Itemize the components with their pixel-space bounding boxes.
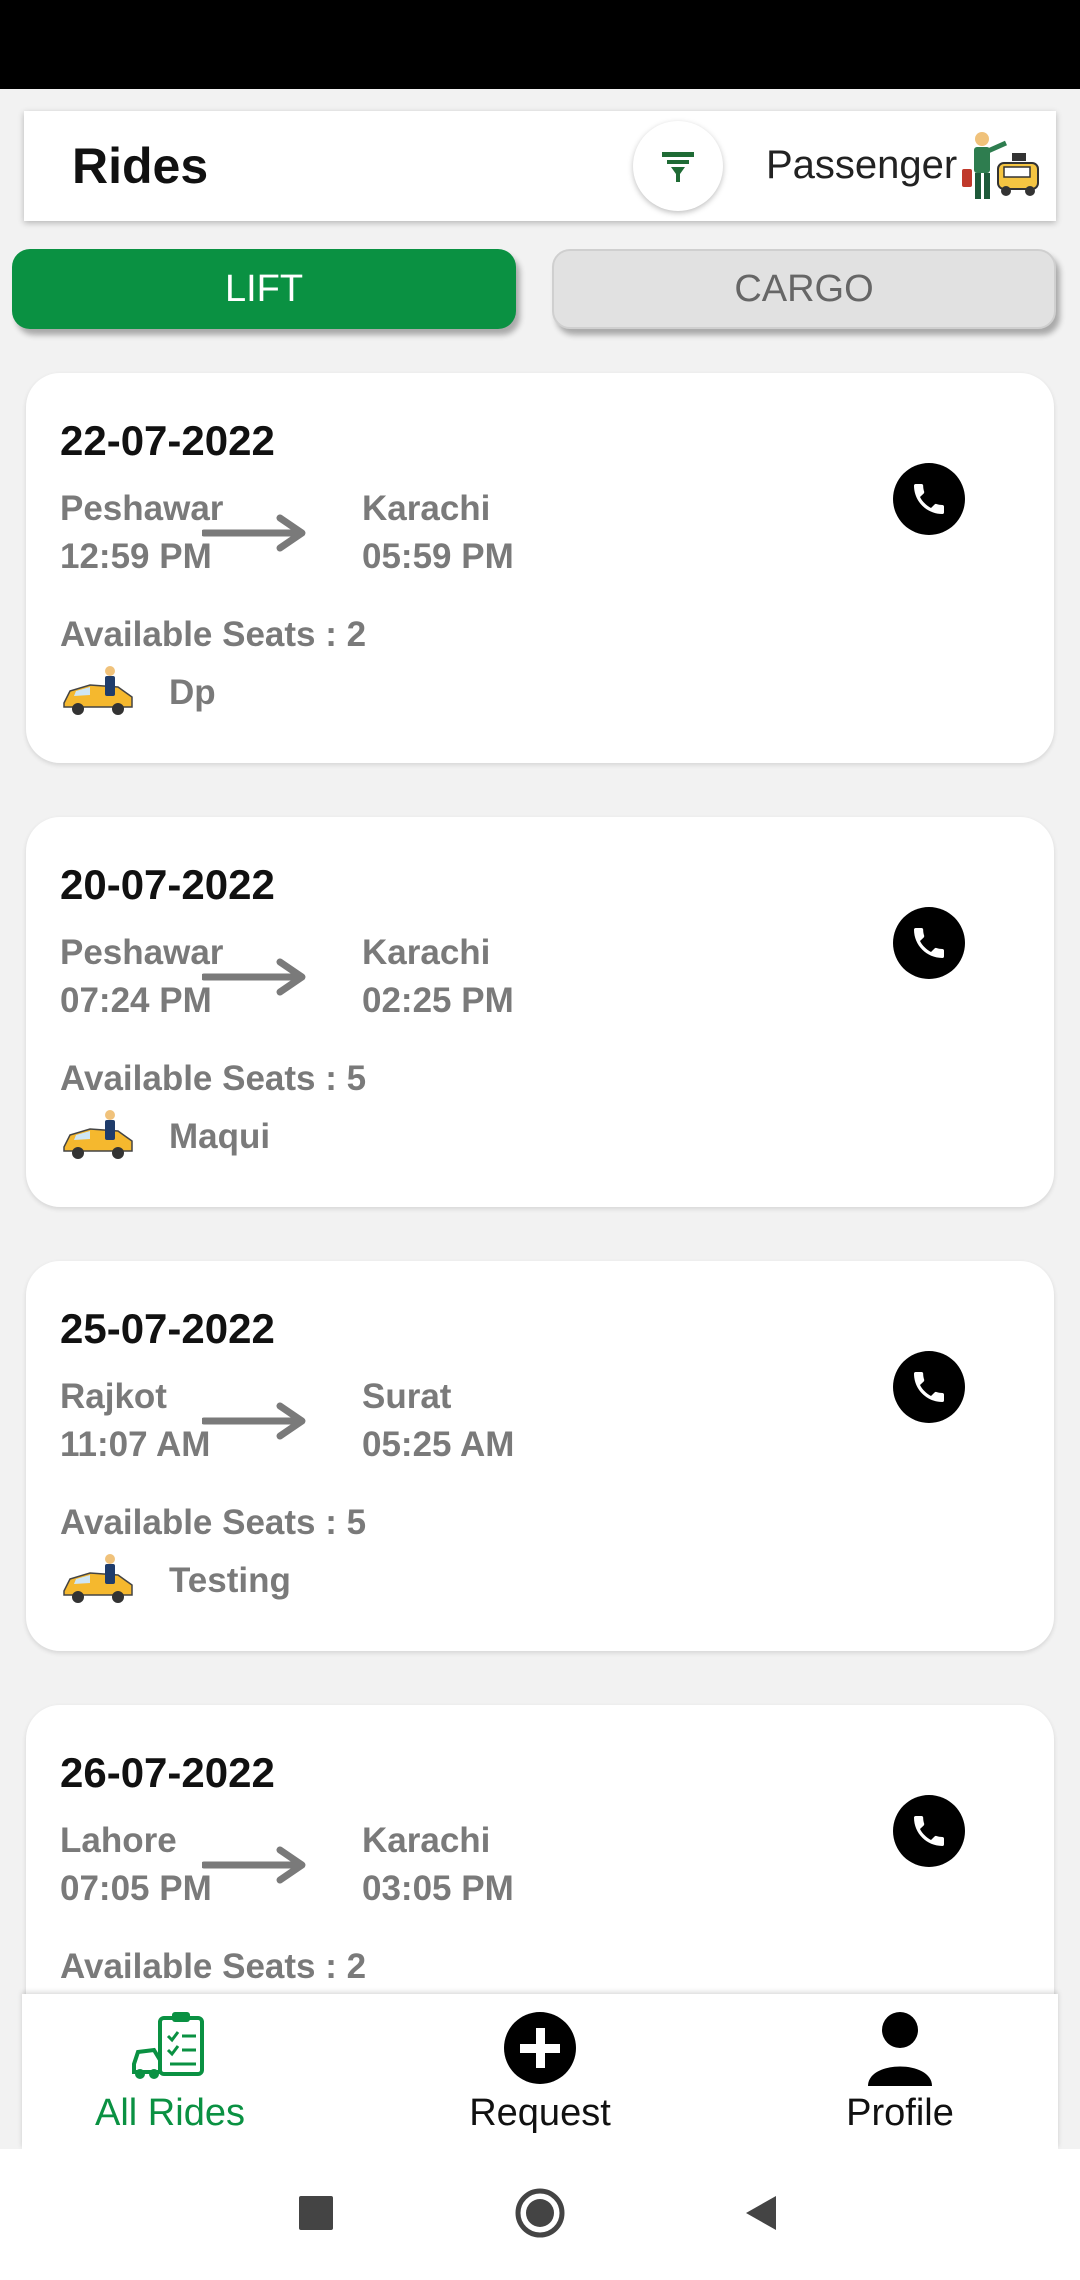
ride-date: 26-07-2022 xyxy=(60,1749,275,1796)
status-bar xyxy=(0,0,1080,89)
driver-name: Dp xyxy=(169,673,216,712)
page-title: Rides xyxy=(72,138,209,194)
nav-request[interactable]: Request xyxy=(390,1994,690,2149)
bottom-navigation: All Rides Request Profile xyxy=(22,1994,1058,2149)
ride-destination: Karachi 05:59 PM xyxy=(362,485,514,581)
ride-date: 20-07-2022 xyxy=(60,861,275,908)
user-mode-label[interactable]: Passenger xyxy=(766,143,957,188)
available-seats: Available Seats : 5 xyxy=(60,1059,367,1098)
arrival-time: 05:59 PM xyxy=(362,537,514,576)
ride-destination: Surat 05:25 AM xyxy=(362,1373,514,1469)
ride-origin: Lahore 07:05 PM xyxy=(60,1817,212,1913)
call-button[interactable] xyxy=(893,907,965,979)
phone-icon xyxy=(914,928,944,958)
nav-label: All Rides xyxy=(95,2092,245,2134)
departure-time: 11:07 AM xyxy=(60,1425,211,1464)
phone-icon xyxy=(914,1816,944,1846)
nav-label: Profile xyxy=(846,2092,954,2134)
ride-date: 22-07-2022 xyxy=(60,417,275,464)
destination-city: Surat xyxy=(362,1377,452,1416)
departure-time: 07:05 PM xyxy=(60,1869,212,1908)
phone-icon xyxy=(914,484,944,514)
destination-city: Karachi xyxy=(362,489,491,528)
arrow-right-icon xyxy=(202,958,306,996)
person-icon xyxy=(868,2012,932,2086)
origin-city: Peshawar xyxy=(60,933,224,972)
taxi-driver-icon xyxy=(63,1110,133,1159)
filter-icon xyxy=(662,152,694,182)
app-header: Rides Passenger xyxy=(24,111,1056,221)
ride-date: 25-07-2022 xyxy=(60,1305,275,1352)
arrow-right-icon xyxy=(202,514,306,552)
filter-button[interactable] xyxy=(633,121,723,211)
passenger-icon[interactable] xyxy=(960,127,1040,207)
tab-cargo[interactable]: CARGO xyxy=(552,249,1056,329)
available-seats: Available Seats : 5 xyxy=(60,1503,367,1542)
origin-city: Peshawar xyxy=(60,489,224,528)
ride-origin: Rajkot 11:07 AM xyxy=(60,1373,210,1469)
ride-destination: Karachi 02:25 PM xyxy=(362,929,514,1025)
ride-card[interactable]: 22-07-2022 Peshawar 12:59 PM Karachi 05:… xyxy=(26,373,1054,763)
ride-origin: Peshawar 07:24 PM xyxy=(60,929,223,1025)
tab-lift[interactable]: LIFT xyxy=(12,249,516,329)
available-seats: Available Seats : 2 xyxy=(60,1947,367,1986)
system-navigation-bar xyxy=(0,2149,1080,2280)
nav-label: Request xyxy=(469,2092,611,2134)
destination-city: Karachi xyxy=(362,1821,491,1860)
ride-card[interactable]: 25-07-2022 Rajkot 11:07 AM Surat 05:25 A… xyxy=(26,1261,1054,1651)
ride-card[interactable]: 20-07-2022 Peshawar 07:24 PM Karachi 02:… xyxy=(26,817,1054,1207)
ride-destination: Karachi 03:05 PM xyxy=(362,1817,514,1913)
taxi-driver-icon xyxy=(63,666,133,715)
taxi-driver-icon xyxy=(63,1554,133,1603)
destination-city: Karachi xyxy=(362,933,491,972)
call-button[interactable] xyxy=(893,463,965,535)
arrow-right-icon xyxy=(202,1402,306,1440)
ride-origin: Peshawar 12:59 PM xyxy=(60,485,223,581)
call-button[interactable] xyxy=(893,1351,965,1423)
arrow-right-icon xyxy=(202,1846,306,1884)
phone-icon xyxy=(914,1372,944,1402)
available-seats: Available Seats : 2 xyxy=(60,615,367,654)
back-icon[interactable] xyxy=(742,2193,782,2233)
departure-time: 07:24 PM xyxy=(60,981,212,1020)
arrival-time: 02:25 PM xyxy=(362,981,514,1020)
origin-city: Lahore xyxy=(60,1821,177,1860)
recents-icon[interactable] xyxy=(296,2193,336,2233)
driver-name: Maqui xyxy=(169,1117,271,1156)
origin-city: Rajkot xyxy=(60,1377,167,1416)
arrival-time: 05:25 AM xyxy=(362,1425,515,1464)
arrival-time: 03:05 PM xyxy=(362,1869,514,1908)
nav-profile[interactable]: Profile xyxy=(750,1994,1050,2149)
app-content: Rides Passenger LIFT CARGO 22-07-2022 Pe… xyxy=(0,89,1080,2149)
nav-all-rides[interactable]: All Rides xyxy=(20,1994,320,2149)
home-icon[interactable] xyxy=(514,2187,566,2239)
all-rides-icon xyxy=(132,2012,204,2079)
departure-time: 12:59 PM xyxy=(60,537,212,576)
driver-name: Testing xyxy=(169,1561,291,1600)
plus-circle-icon xyxy=(504,2012,576,2084)
call-button[interactable] xyxy=(893,1795,965,1867)
